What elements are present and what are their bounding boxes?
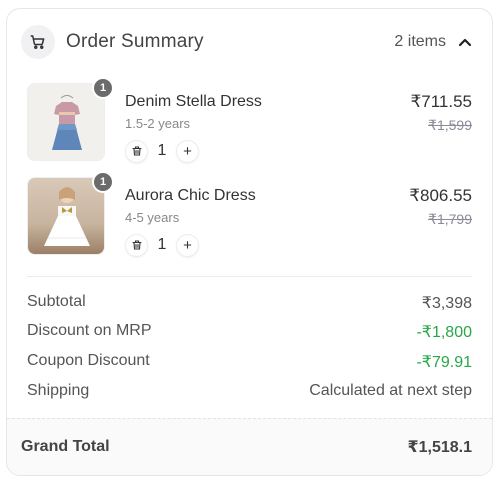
product-mrp: ₹1,599 (428, 117, 472, 133)
order-summary-card: Order Summary 2 items 1 Denim Stella Dre… (6, 8, 493, 476)
coupon-label: Coupon Discount (27, 352, 150, 369)
item-count: 2 items (394, 33, 446, 50)
subtotal-label: Subtotal (27, 293, 86, 310)
product-name[interactable]: Aurora Chic Dress (125, 187, 256, 205)
quantity-stepper: 1 + (125, 139, 199, 163)
divider (27, 276, 472, 277)
quantity-badge: 1 (92, 171, 114, 193)
cart-icon (21, 25, 55, 59)
plus-icon: + (183, 142, 192, 160)
list-item: 1 Denim Stella Dress 1.5-2 years 1 + ₹71… (7, 77, 492, 163)
product-price: ₹711.55 (410, 92, 472, 111)
page-title: Order Summary (66, 31, 204, 52)
product-size: 4-5 years (125, 210, 180, 225)
shipping-label: Shipping (27, 382, 90, 399)
subtotal-value: ₹3,398 (421, 295, 472, 312)
increment-button[interactable]: + (176, 233, 199, 257)
trash-icon (131, 146, 142, 156)
plus-icon: + (183, 236, 192, 254)
quantity-value: 1 (157, 142, 167, 159)
discount-row: Discount on MRP -₹1,800 (27, 322, 472, 344)
quantity-stepper: 1 + (125, 233, 199, 257)
grand-total-label: Grand Total (21, 438, 110, 455)
subtotal-row: Subtotal ₹3,398 (27, 293, 472, 315)
shipping-row: Shipping Calculated at next step (27, 382, 472, 404)
product-size: 1.5-2 years (125, 116, 191, 131)
grand-total-value: ₹1,518.1 (407, 439, 472, 456)
grand-total-bar: Grand Total ₹1,518.1 (7, 418, 492, 475)
quantity-value: 1 (157, 236, 167, 253)
delete-button[interactable] (125, 233, 148, 257)
delete-button[interactable] (125, 139, 148, 163)
product-name[interactable]: Denim Stella Dress (125, 93, 262, 111)
list-item: 1 Aurora Chic Dress 4-5 years 1 + ₹806.5… (7, 171, 492, 257)
product-price: ₹806.55 (409, 186, 472, 205)
chevron-up-icon[interactable] (458, 37, 472, 47)
quantity-badge: 1 (92, 77, 114, 99)
shipping-value: Calculated at next step (309, 382, 472, 399)
coupon-row: Coupon Discount -₹79.91 (27, 352, 472, 374)
discount-value: -₹1,800 (416, 324, 472, 341)
trash-icon (131, 240, 142, 250)
order-summary-header[interactable]: Order Summary 2 items (7, 9, 492, 75)
coupon-value: -₹79.91 (416, 354, 472, 371)
increment-button[interactable]: + (176, 139, 199, 163)
discount-label: Discount on MRP (27, 322, 152, 339)
product-mrp: ₹1,799 (428, 211, 472, 227)
